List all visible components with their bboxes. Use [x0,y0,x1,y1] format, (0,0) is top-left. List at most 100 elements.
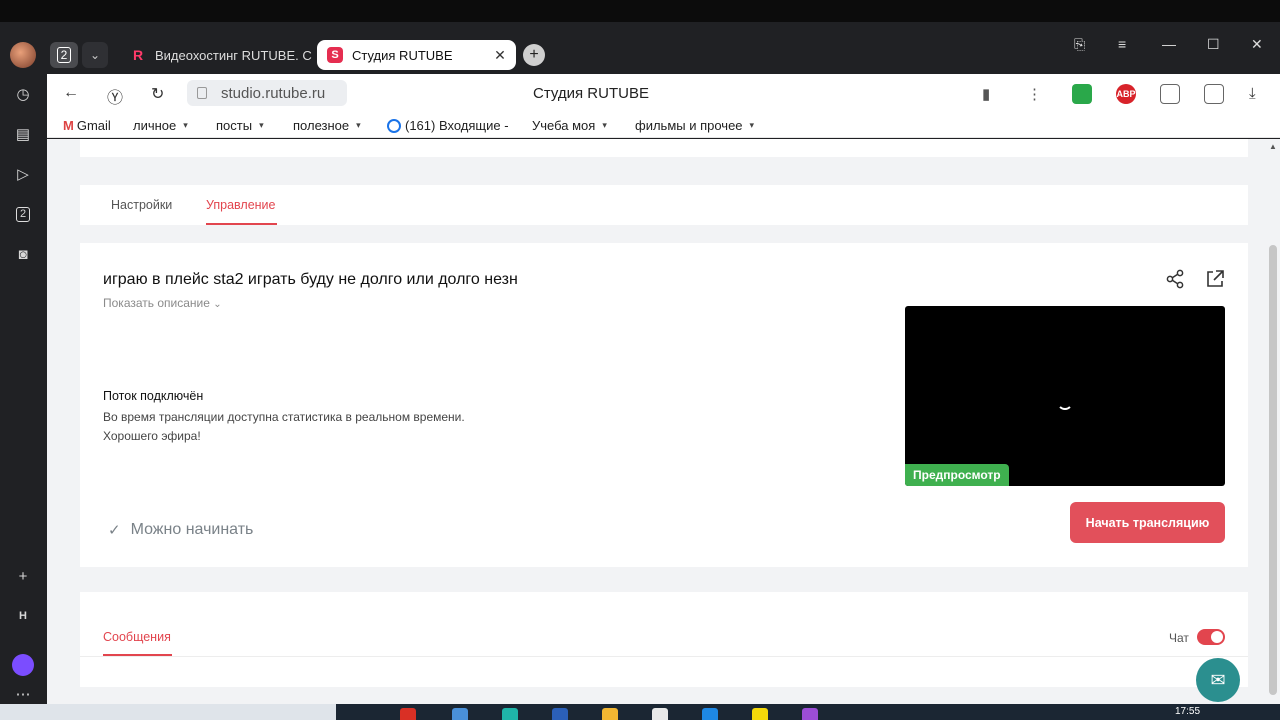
show-description-toggle[interactable]: Показать описание ⌄ [103,296,222,310]
tab-counter-value: 2 [56,47,72,63]
ready-status-label: Можно начинать [130,521,254,538]
preview-badge: Предпросмотр [905,464,1009,486]
chevron-down-icon: ⌄ [89,48,101,62]
tab-management[interactable]: Управление [206,198,276,212]
app-icon[interactable] [400,708,416,720]
open-external-icon[interactable] [1204,268,1226,290]
stream-status-heading: Поток подключён [103,389,204,403]
yandex-icon[interactable]: Ⓨ [107,84,123,108]
maximize-icon[interactable]: ☐ [1207,36,1220,53]
bookmark-folder-useful[interactable]: полезное ▾ [293,118,361,133]
download-icon[interactable]: ⤓ [1249,85,1256,102]
taskbar-search-area[interactable] [0,704,336,720]
folder-icon[interactable] [602,708,618,720]
url-text: studio.rutube.ru [221,84,326,102]
bookmark-folder-movies[interactable]: фильмы и прочее ▾ [635,118,754,133]
stream-status-line: Во время трансляции доступна статистика … [103,410,465,424]
gmail-icon: M [63,118,74,133]
add-panel-icon[interactable]: + [13,566,33,586]
video-icon[interactable]: ▷ [13,164,33,184]
app-icon[interactable] [502,708,518,720]
bookmark-label: (161) Входящие - [405,118,509,133]
extensions-menu-icon[interactable] [1204,84,1224,104]
page-scrollbar[interactable]: ▲ [1266,139,1280,704]
bookmark-label: полезное [293,118,350,133]
share-icon[interactable] [1164,268,1186,290]
h-panel-icon[interactable]: H [13,606,33,626]
profile-avatar[interactable] [10,42,36,68]
chevron-down-icon: ▾ [259,120,264,130]
rutube-favicon-icon: R [132,47,144,63]
minimize-icon[interactable]: — [1162,36,1176,52]
check-icon: ✓ [108,522,121,539]
bookmark-label: Gmail [76,118,111,133]
support-chat-button[interactable]: ✉ [1196,658,1240,702]
tab-title: Студия RUTUBE [352,47,453,63]
alice-assistant-icon[interactable] [12,654,34,676]
tab-messages[interactable]: Сообщения [103,630,171,644]
bookmark-folder-study[interactable]: Учеба моя ▾ [532,118,607,133]
bookmark-folder-posts[interactable]: посты ▾ [216,118,264,133]
bookmark-icon[interactable]: ▮ [982,85,990,103]
chat-bubble-icon: ✉ [1210,669,1226,690]
app-icon[interactable] [752,708,768,720]
tab-counter-button[interactable]: 2 [50,42,78,68]
history-icon[interactable]: ◷ [13,84,33,104]
active-tab-indicator [206,223,277,225]
app-icon[interactable] [802,708,818,720]
bookmarks-panel-icon[interactable]: ⎘ [1074,36,1085,53]
toggle-knob [1211,631,1223,643]
plus-icon: + [529,46,539,63]
lock-icon [197,87,207,99]
divider [80,656,1248,657]
mail-icon [387,118,401,133]
bookmarks-bar: M Gmail личное ▾ посты ▾ полезное ▾ (161) Вх… [47,114,1280,138]
tabs-dropdown-button[interactable]: ⌄ [82,42,108,68]
browser-app-icon[interactable] [652,708,668,720]
ready-status: ✓ Можно начинать [108,521,253,539]
show-description-label: Показать описание [103,296,210,310]
camera-icon[interactable]: ◙ [13,244,33,264]
stream-status-line: Хорошего эфира! [103,429,201,443]
studio-page: Настройки Управление играю в плейс sta2 … [47,139,1280,704]
scrollbar-thumb[interactable] [1269,245,1277,695]
stream-preview-player[interactable]: Предпросмотр [905,306,1225,486]
stream-control-card: играю в плейс sta2 играть буду не долго … [80,243,1248,567]
word-icon[interactable] [552,708,568,720]
menu-icon[interactable]: ≡ [1118,36,1126,52]
tab-rutube-studio[interactable]: S Студия RUTUBE ✕ [317,40,516,70]
chevron-down-icon: ▾ [183,120,188,130]
loading-spinner-icon [1057,394,1073,410]
chat-toggle[interactable] [1197,629,1225,645]
scroll-up-icon[interactable]: ▲ [1269,142,1277,151]
chat-toggle-label: Чат [1169,631,1189,645]
address-bar: ← Ⓨ ↻ studio.rutube.ru Студия RUTUBE ▮ ⋮… [47,74,1280,114]
more-vertical-icon[interactable]: ⋮ [1027,85,1042,103]
bookmark-inbox[interactable]: (161) Входящие - [387,118,509,133]
bookmark-label: посты [216,118,253,133]
window-top-strip [0,0,1280,22]
chevron-down-icon: ▾ [749,120,755,130]
bookmark-gmail[interactable]: M Gmail [63,118,111,133]
close-window-icon[interactable]: ✕ [1251,36,1263,53]
extension-icon[interactable] [1160,84,1180,104]
adblock-extension-icon[interactable]: ABP [1116,84,1136,104]
shield-extension-icon[interactable] [1072,84,1092,104]
chevron-down-icon: ▾ [602,120,607,130]
close-tab-icon[interactable]: ✕ [490,47,510,64]
back-arrow-icon[interactable]: ← [63,84,79,102]
tab-groups-icon[interactable]: 2 [13,204,33,224]
app-icon[interactable] [452,708,468,720]
more-icon[interactable]: ⋯ [13,684,33,704]
start-broadcast-button[interactable]: Начать трансляцию [1070,502,1225,543]
messages-card: Сообщения Чат [80,592,1248,687]
new-tab-button[interactable]: + [523,44,545,66]
collections-icon[interactable]: ▤ [13,124,33,144]
tab-settings[interactable]: Настройки [111,198,172,212]
app-icon[interactable] [702,708,718,720]
reload-icon[interactable]: ↻ [151,84,164,104]
tab-rutube-videohosting[interactable]: R Видеохостинг RUTUBE. С [122,40,312,70]
stream-title: играю в плейс sta2 играть буду не долго … [103,271,518,288]
url-field[interactable]: studio.rutube.ru [187,80,347,106]
bookmark-folder-personal[interactable]: личное ▾ [133,118,188,133]
